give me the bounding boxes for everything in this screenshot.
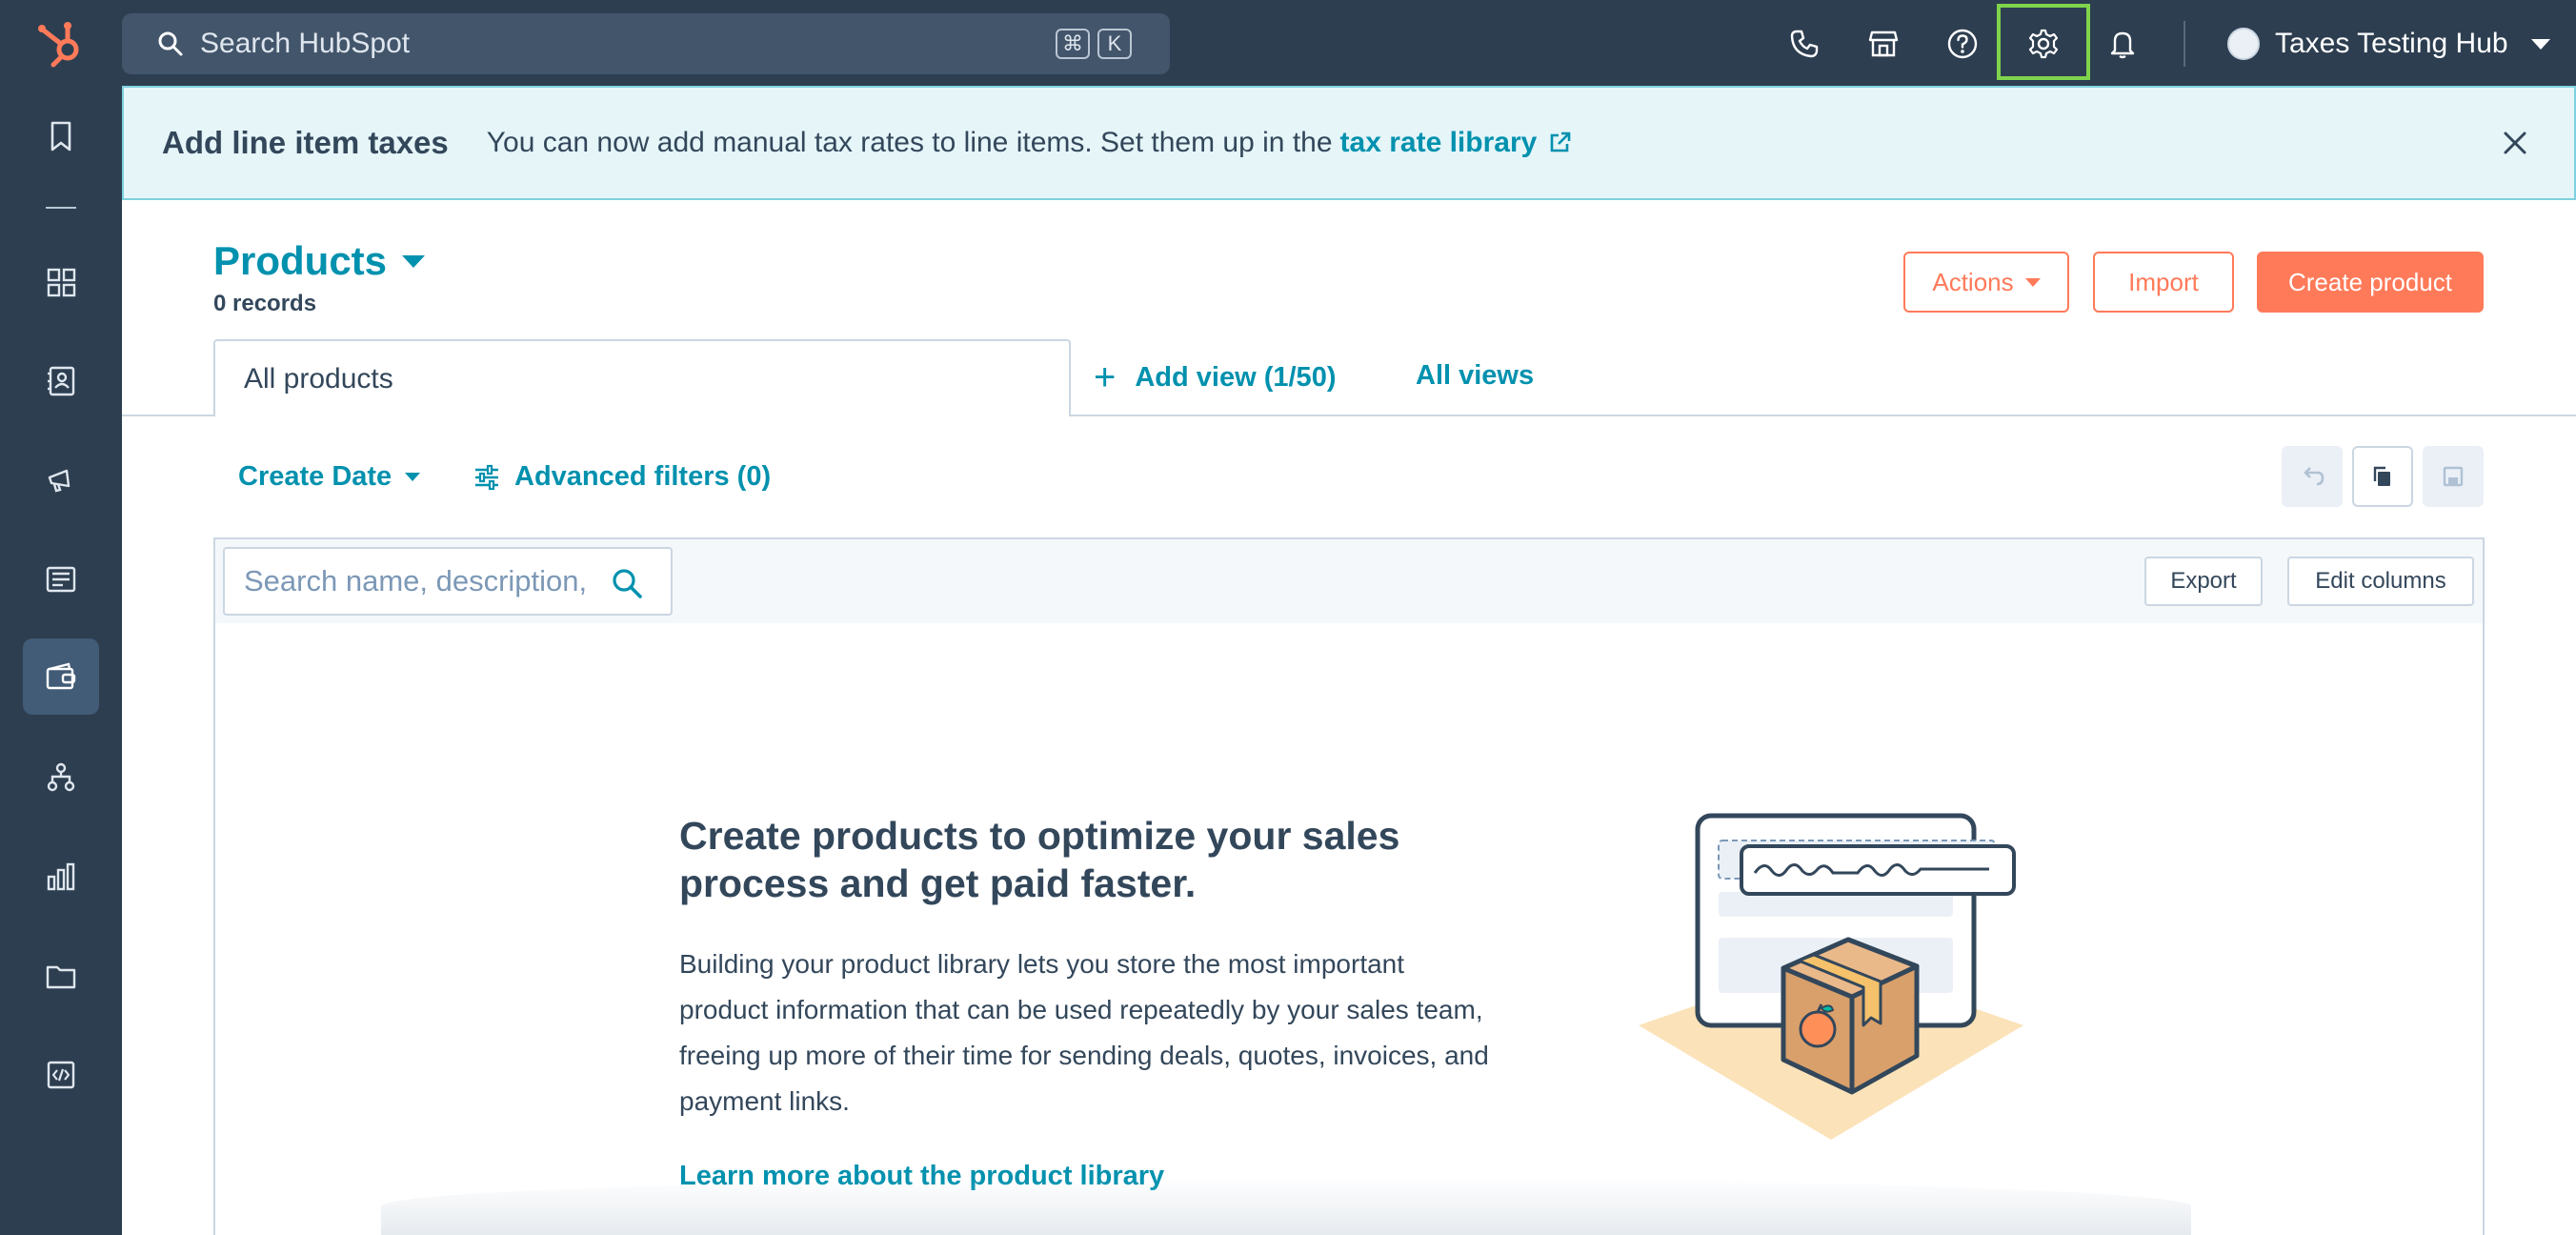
keyboard-shortcut: ⌘ K — [1056, 29, 1132, 59]
sidenav-divider — [46, 207, 76, 209]
avatar — [2227, 28, 2260, 60]
search-icon — [158, 31, 183, 56]
banner-text: You can now add manual tax rates to line… — [486, 127, 1333, 158]
settings-icon[interactable] — [2019, 19, 2068, 69]
command-key: ⌘ — [1056, 29, 1090, 59]
save-icon — [2443, 466, 2464, 487]
table-search-placeholder: Search name, description, or SKU — [244, 564, 587, 597]
banner-title: Add line item taxes — [162, 125, 449, 160]
search-placeholder: Search HubSpot — [200, 28, 411, 59]
import-label: Import — [2128, 267, 2199, 296]
side-navigation — [0, 86, 122, 1235]
export-button[interactable]: Export — [2144, 557, 2263, 606]
advanced-filters-button[interactable]: Advanced filters (0) — [473, 461, 771, 493]
external-link-icon[interactable] — [1546, 130, 1573, 156]
edit-columns-label: Edit columns — [2315, 568, 2446, 594]
popover-shadow — [381, 1178, 2191, 1235]
chevron-down-icon — [405, 473, 421, 481]
tab-all-products[interactable]: All products — [213, 339, 1071, 416]
add-view-label: Add view (1/50) — [1135, 361, 1337, 393]
edit-columns-button[interactable]: Edit columns — [2287, 557, 2474, 606]
account-menu[interactable]: Taxes Testing Hub — [2227, 21, 2550, 67]
tab-label: All products — [244, 362, 393, 395]
object-selector[interactable]: Products — [213, 238, 426, 284]
announcement-banner: Add line item taxes You can now add manu… — [122, 86, 2576, 200]
create-product-button[interactable]: Create product — [2257, 252, 2484, 313]
calling-icon[interactable] — [1780, 19, 1829, 69]
hubspot-logo-icon[interactable] — [32, 13, 91, 72]
product-box-illustration — [1639, 813, 2023, 1140]
help-icon[interactable] — [1938, 19, 1987, 69]
create-date-filter[interactable]: Create Date — [238, 461, 421, 493]
empty-state-title-line-1: Create products to optimize your sales — [679, 814, 1400, 858]
filter-sliders-icon — [475, 464, 498, 490]
advanced-filters-label: Advanced filters (0) — [514, 461, 772, 492]
marketplace-icon[interactable] — [1859, 19, 1908, 69]
add-view-button[interactable]: + Add view (1/50) — [1094, 358, 1336, 396]
copy-icon — [2373, 466, 2390, 486]
create-date-label: Create Date — [238, 461, 392, 492]
chevron-down-icon — [2024, 277, 2041, 287]
undo-button[interactable] — [2282, 446, 2343, 507]
k-key: K — [1097, 29, 1132, 59]
table-body — [213, 623, 2485, 1235]
library-icon[interactable] — [23, 938, 99, 1014]
import-button[interactable]: Import — [2093, 252, 2234, 313]
close-icon[interactable] — [2494, 122, 2536, 164]
account-name: Taxes Testing Hub — [2275, 28, 2508, 59]
chevron-down-icon — [402, 254, 426, 268]
page-title: Products — [213, 238, 388, 283]
search-icon[interactable] — [610, 566, 644, 600]
empty-state-description: Building your product library lets you s… — [679, 949, 1489, 1116]
chevron-down-icon — [2530, 38, 2550, 50]
marketing-icon[interactable] — [23, 442, 99, 518]
create-product-label: Create product — [2288, 267, 2452, 296]
all-views-link[interactable]: All views — [1416, 360, 1534, 392]
actions-label: Actions — [1932, 267, 2014, 296]
global-search-input[interactable]: Search HubSpot ⌘ K — [122, 13, 1170, 74]
record-count: 0 records — [213, 291, 317, 316]
empty-state-title-line-2: process and get paid faster. — [679, 861, 1197, 905]
plus-icon: + — [1094, 356, 1117, 398]
undo-icon — [2304, 467, 2324, 486]
tax-rate-library-link[interactable]: tax rate library — [1340, 127, 1538, 159]
commerce-icon[interactable] — [23, 638, 99, 715]
notifications-icon[interactable] — [2098, 19, 2147, 69]
top-navigation-bar: Search HubSpot ⌘ K Taxes Testing Hub — [0, 0, 2576, 86]
reporting-icon[interactable] — [23, 839, 99, 915]
empty-state-title: Create products to optimize your sales p… — [679, 812, 1537, 907]
development-icon[interactable] — [23, 1037, 99, 1113]
topbar-divider — [2184, 21, 2185, 67]
table-search-input[interactable]: Search name, description, or SKU — [223, 547, 673, 616]
contacts-icon[interactable] — [23, 343, 99, 419]
actions-button[interactable]: Actions — [1903, 252, 2069, 313]
save-view-button[interactable] — [2423, 446, 2484, 507]
clone-view-button[interactable] — [2352, 446, 2413, 507]
bookmarks-icon[interactable] — [23, 98, 99, 174]
automation-icon[interactable] — [23, 739, 99, 816]
export-label: Export — [2170, 568, 2237, 594]
content-icon[interactable] — [23, 541, 99, 618]
workspaces-icon[interactable] — [23, 244, 99, 320]
